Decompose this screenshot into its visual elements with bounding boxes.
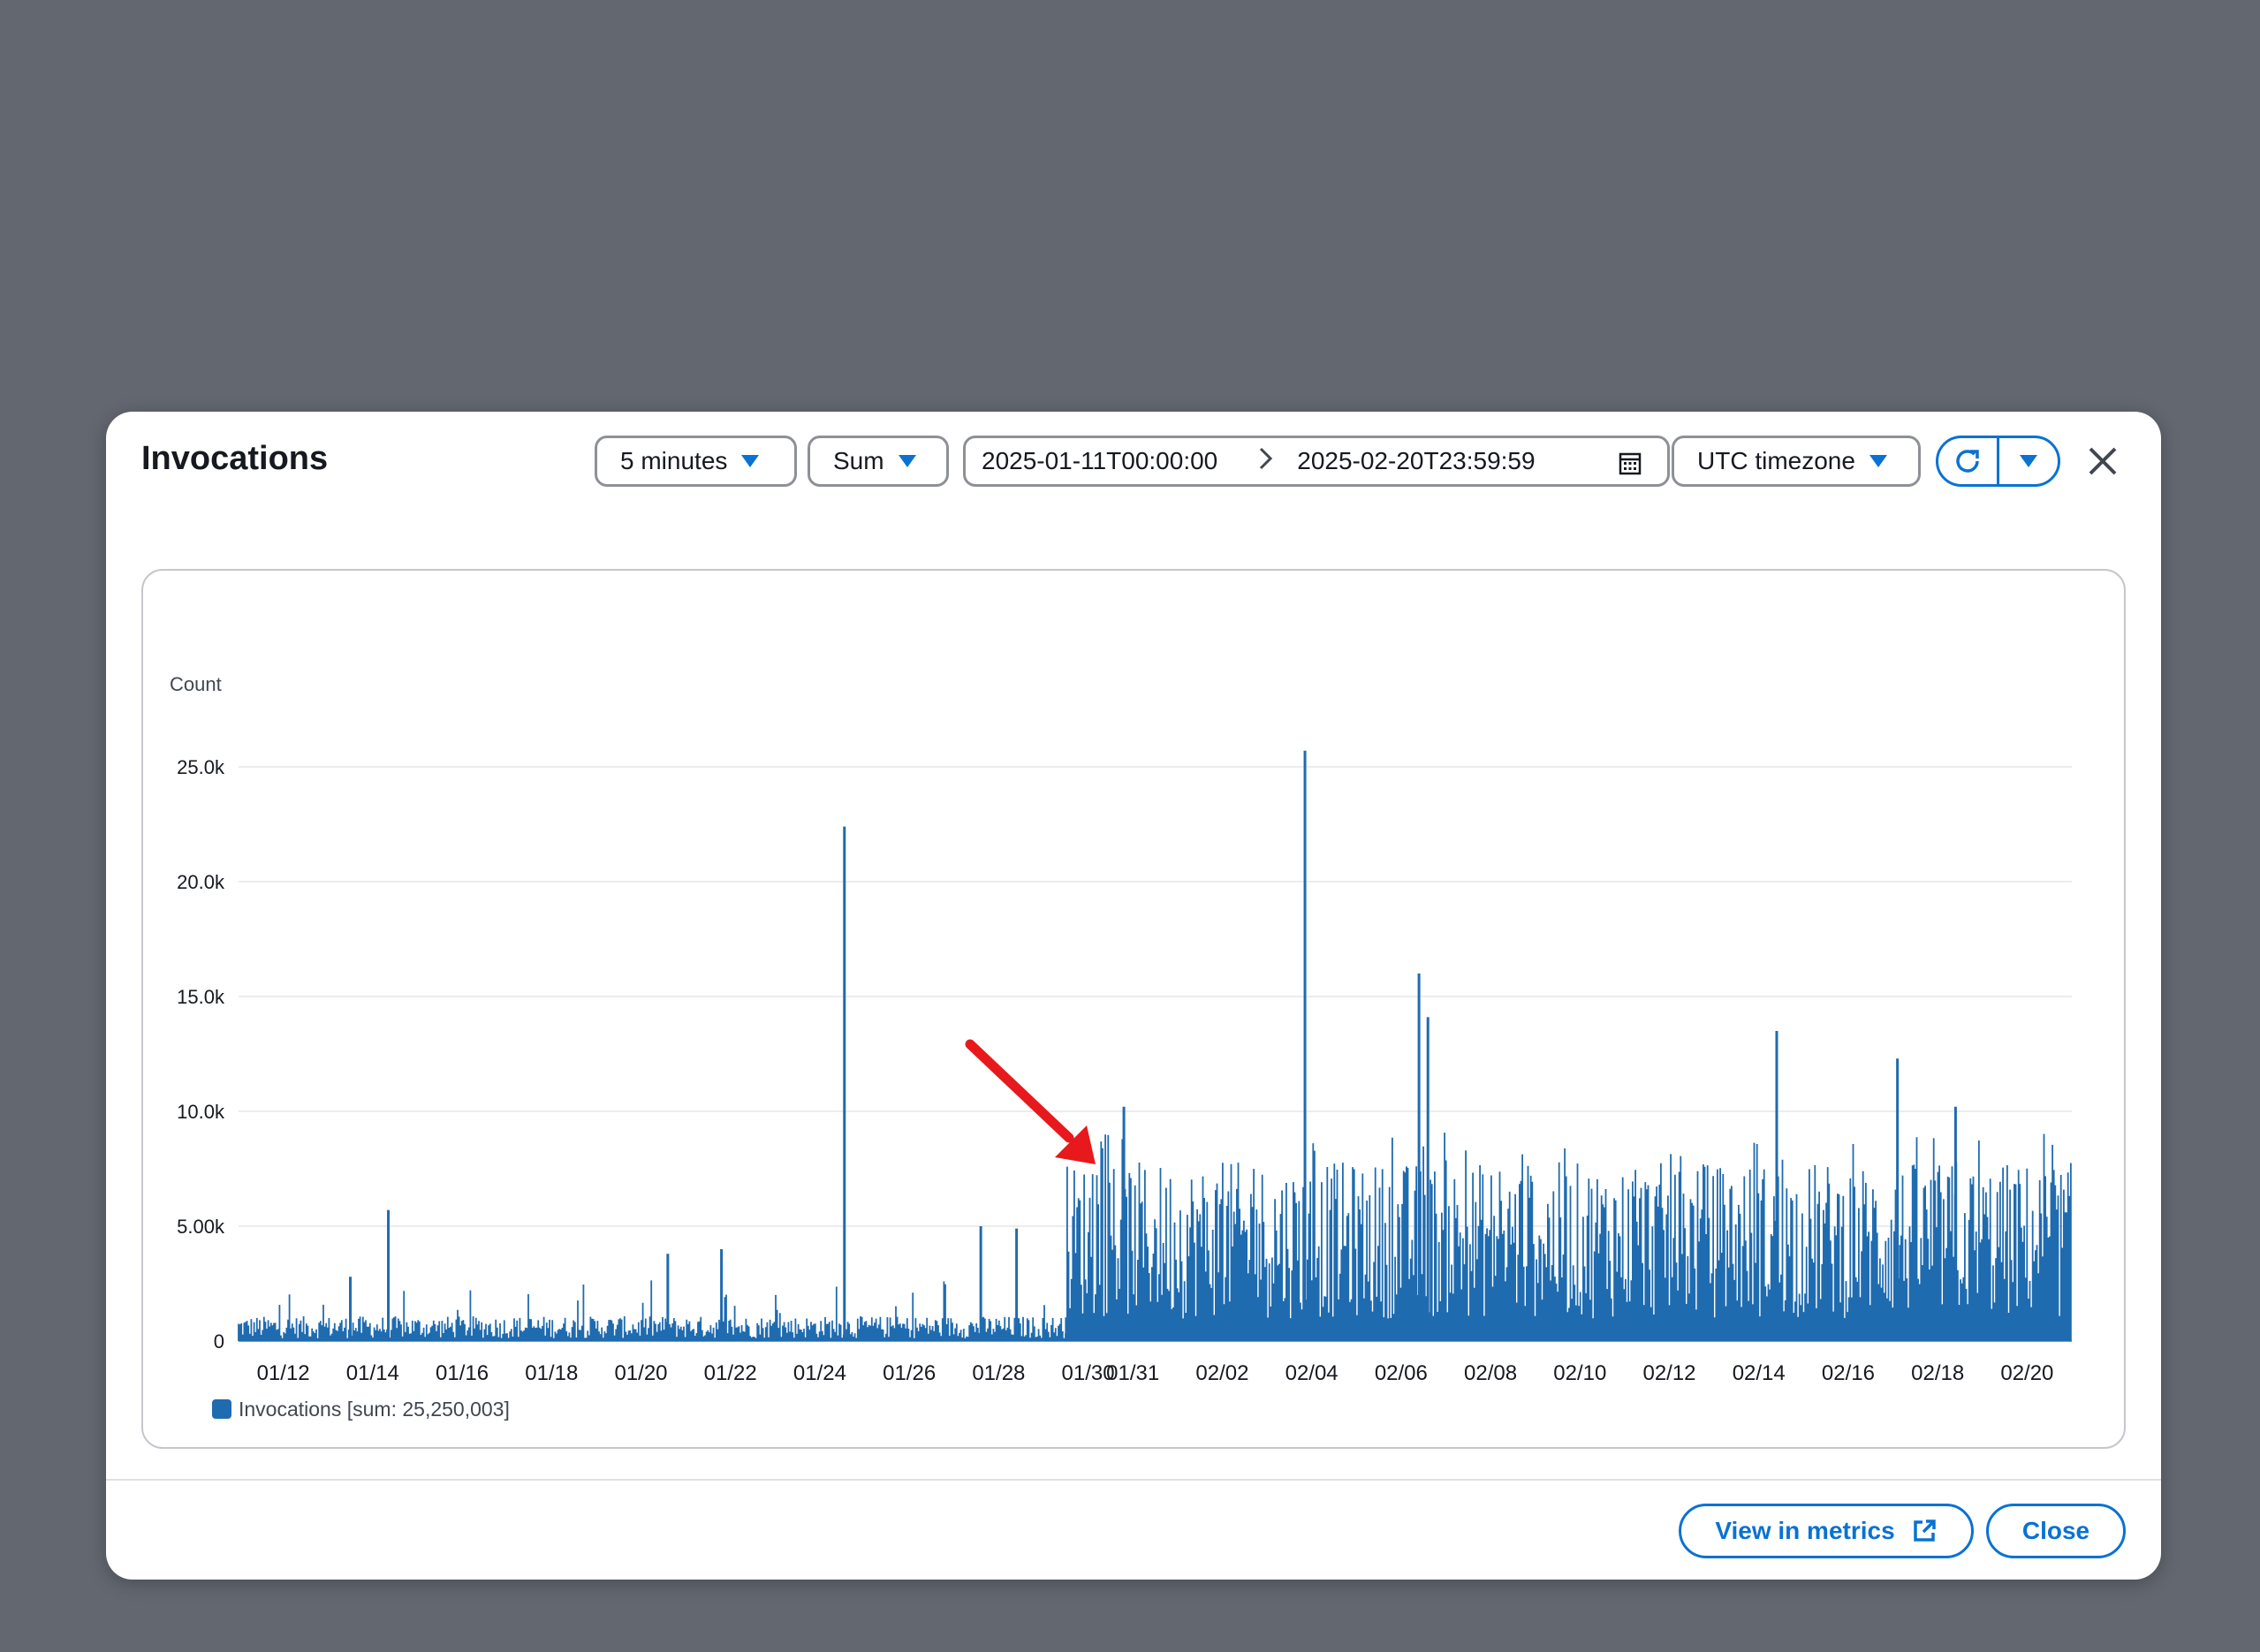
footer-divider (106, 1479, 2161, 1481)
series-invocations-bars (238, 1133, 2072, 1341)
x-tick-label: 02/18 (1911, 1361, 1964, 1385)
range-end: 2025-02-20T23:59:59 (1297, 447, 1536, 474)
chevron-right-icon (1258, 444, 1274, 479)
x-tick-label: 01/16 (436, 1361, 489, 1385)
close-button[interactable]: Close (1986, 1504, 2126, 1558)
timezone-value: UTC timezone (1697, 447, 1855, 474)
refresh-menu-caret-icon[interactable] (1999, 438, 2058, 484)
close-icon[interactable] (2083, 442, 2122, 481)
invocations-chart: Count 0 5.00k 10.0k 15.0k 20.0k 25.0k 01/12 01/1… (170, 673, 2072, 1421)
refresh-icon[interactable] (1938, 438, 1997, 484)
chart-panel: Count 0 5.00k 10.0k 15.0k 20.0k 25.0k 01/12 01/1… (141, 569, 2126, 1449)
x-tick-label: 02/10 (1553, 1361, 1606, 1385)
x-tick-label: 01/18 (525, 1361, 578, 1385)
x-tick-label: 02/12 (1642, 1361, 1695, 1385)
x-tick-label: 02/16 (1822, 1361, 1875, 1385)
x-tick-label: 02/14 (1733, 1361, 1786, 1385)
y-tick-label: 20.0k (177, 871, 225, 893)
range-start: 2025-01-11T00:00:00 (982, 447, 1218, 474)
x-tick-label: 01/24 (793, 1361, 846, 1385)
statistic-value: Sum (833, 447, 884, 474)
refresh-split-button[interactable] (1936, 436, 2060, 487)
x-tick-label: 01/14 (346, 1361, 399, 1385)
date-range-picker[interactable]: 2025-01-11T00:00:00 2025-02-20T23:59:59 (963, 436, 1670, 487)
timezone-select[interactable]: UTC timezone (1672, 436, 1921, 487)
y-tick-label: 15.0k (177, 986, 225, 1008)
view-in-metrics-label: View in metrics (1715, 1517, 1895, 1544)
x-tick-label: 01/28 (972, 1361, 1025, 1385)
legend-label: Invocations [sum: 25,250,003] (239, 1398, 510, 1421)
external-link-icon (1913, 1519, 1936, 1542)
y-tick-label: 25.0k (177, 756, 225, 778)
period-value: 5 minutes (620, 447, 728, 474)
y-tick-label: 0 (214, 1330, 224, 1353)
invocations-modal: Invocations 5 minutes Sum 2025-01-11T00:… (106, 412, 2161, 1580)
x-tick-label: 02/04 (1285, 1361, 1339, 1385)
y-tick-label: 10.0k (177, 1101, 225, 1123)
red-arrow-annotation (965, 1039, 1074, 1143)
x-tick-label: 01/20 (614, 1361, 667, 1385)
caret-down-icon (898, 455, 916, 467)
statistic-select[interactable]: Sum (808, 436, 949, 487)
x-tick-label: 01/31 (1106, 1361, 1159, 1385)
y-axis-label: Count (170, 673, 222, 695)
modal-title: Invocations (141, 440, 329, 477)
view-in-metrics-button[interactable]: View in metrics (1679, 1504, 1974, 1558)
x-tick-label: 02/02 (1195, 1361, 1248, 1385)
x-tick-label: 01/26 (883, 1361, 936, 1385)
x-tick-label: 02/08 (1464, 1361, 1517, 1385)
legend-swatch (212, 1399, 231, 1419)
close-label: Close (2021, 1517, 2090, 1544)
x-tick-label: 02/06 (1375, 1361, 1428, 1385)
y-tick-label: 5.00k (177, 1216, 225, 1238)
caret-down-icon (741, 455, 760, 467)
period-select[interactable]: 5 minutes (595, 436, 797, 487)
x-tick-label: 01/22 (704, 1361, 757, 1385)
x-tick-label: 02/20 (2000, 1361, 2053, 1385)
x-tick-label: 01/12 (257, 1361, 310, 1385)
calendar-icon[interactable] (1618, 451, 1642, 482)
caret-down-icon (1869, 455, 1887, 467)
